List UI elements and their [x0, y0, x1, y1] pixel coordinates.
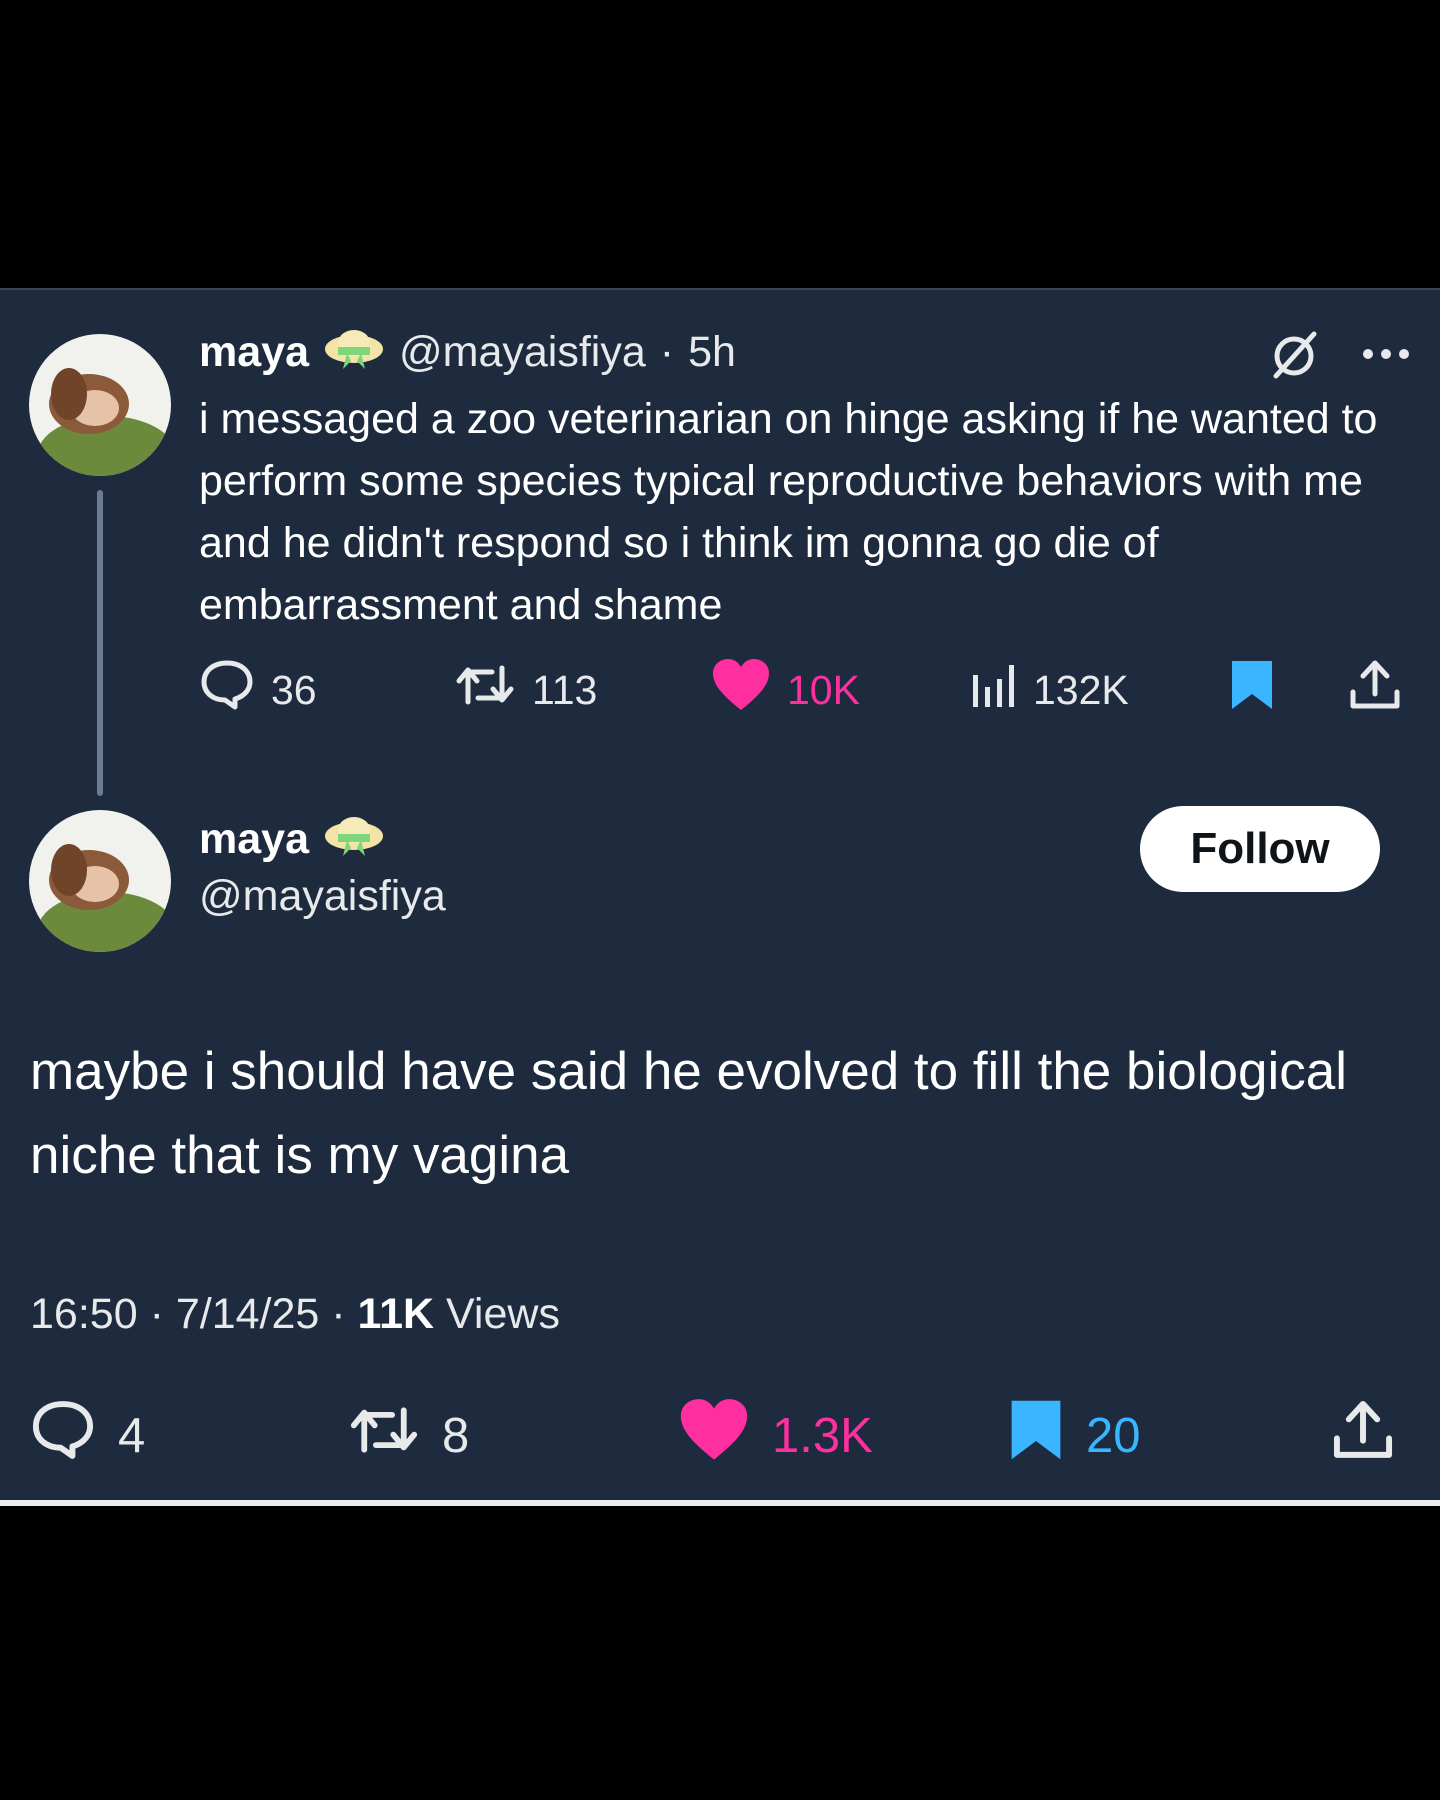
- tweet-thread-panel: maya @mayaisfiya · 5h i messaged a zoo v…: [0, 288, 1440, 1506]
- repost-count: 8: [442, 1409, 470, 1463]
- views-button[interactable]: 132K: [969, 660, 1129, 720]
- views-count: 11K: [357, 1290, 435, 1338]
- tweet-text: maybe i should have said he evolved to f…: [30, 1042, 1347, 1185]
- separator-dot: ·: [659, 327, 675, 376]
- avatar[interactable]: [29, 810, 171, 952]
- like-count: 10K: [787, 666, 860, 713]
- separator-dot: ·: [149, 1290, 164, 1338]
- view-count: 132K: [1033, 666, 1129, 713]
- tweet-action-bar: 4 8 1.3K 20: [30, 1398, 1410, 1474]
- speech-bubble-icon: [30, 1399, 96, 1473]
- bookmark-button[interactable]: [1229, 660, 1275, 720]
- bookmark-count: 20: [1086, 1409, 1141, 1463]
- display-name[interactable]: maya: [199, 328, 309, 377]
- follow-button[interactable]: Follow: [1140, 806, 1380, 892]
- thread-connector-line: [97, 490, 103, 796]
- tweet-header: maya @mayaisfiya · 5h: [199, 324, 736, 380]
- bookmark-button[interactable]: 20: [1008, 1398, 1141, 1474]
- cottage-hat-emoji-icon: [323, 327, 385, 378]
- like-button[interactable]: 1.3K: [678, 1398, 873, 1474]
- more-dots-icon[interactable]: [1360, 346, 1412, 367]
- tweet-author-block: maya @mayaisfiya: [199, 810, 446, 921]
- reply-button[interactable]: 4: [30, 1398, 145, 1474]
- post-date: 7/14/25: [175, 1290, 320, 1338]
- heart-icon: [711, 658, 771, 722]
- display-name[interactable]: maya: [199, 815, 309, 864]
- tweet-meta: 16:50 · 7/14/25 · 11K Views: [30, 1290, 560, 1339]
- bookmark-icon: [1008, 1395, 1064, 1477]
- avatar-image: [29, 334, 171, 476]
- bookmark-icon: [1229, 658, 1275, 722]
- cottage-hat-emoji-icon: [323, 814, 385, 865]
- repost-arrows-icon: [348, 1403, 420, 1469]
- views-label: Views: [446, 1290, 560, 1338]
- repost-button[interactable]: 113: [454, 660, 597, 720]
- reply-count: 4: [118, 1409, 146, 1463]
- like-button[interactable]: 10K: [711, 658, 860, 722]
- handle[interactable]: @mayaisfiya: [199, 872, 446, 921]
- repost-button[interactable]: 8: [348, 1398, 469, 1474]
- share-button[interactable]: [1332, 1398, 1394, 1474]
- share-upload-icon: [1349, 658, 1401, 722]
- share-button[interactable]: [1349, 660, 1401, 720]
- bar-chart-icon: [969, 661, 1017, 719]
- share-upload-icon: [1332, 1398, 1394, 1474]
- like-count: 1.3K: [772, 1409, 873, 1463]
- grok-icon[interactable]: [1268, 328, 1320, 385]
- avatar-image: [29, 810, 171, 952]
- tweet-text: i messaged a zoo veterinarian on hinge a…: [199, 395, 1378, 629]
- post-time[interactable]: 5h: [688, 328, 736, 377]
- tweet-top-actions: [1268, 328, 1412, 385]
- speech-bubble-icon: [199, 659, 255, 721]
- tweet-action-bar: 36 113 10K 132K: [199, 658, 1414, 722]
- reply-button[interactable]: 36: [199, 660, 317, 720]
- repost-arrows-icon: [454, 662, 516, 718]
- separator-dot: ·: [331, 1290, 346, 1338]
- repost-count: 113: [532, 666, 598, 713]
- avatar[interactable]: [29, 334, 171, 476]
- post-time: 16:50: [30, 1290, 138, 1338]
- reply-count: 36: [271, 666, 317, 713]
- heart-icon: [678, 1398, 750, 1474]
- handle[interactable]: @mayaisfiya: [399, 328, 646, 377]
